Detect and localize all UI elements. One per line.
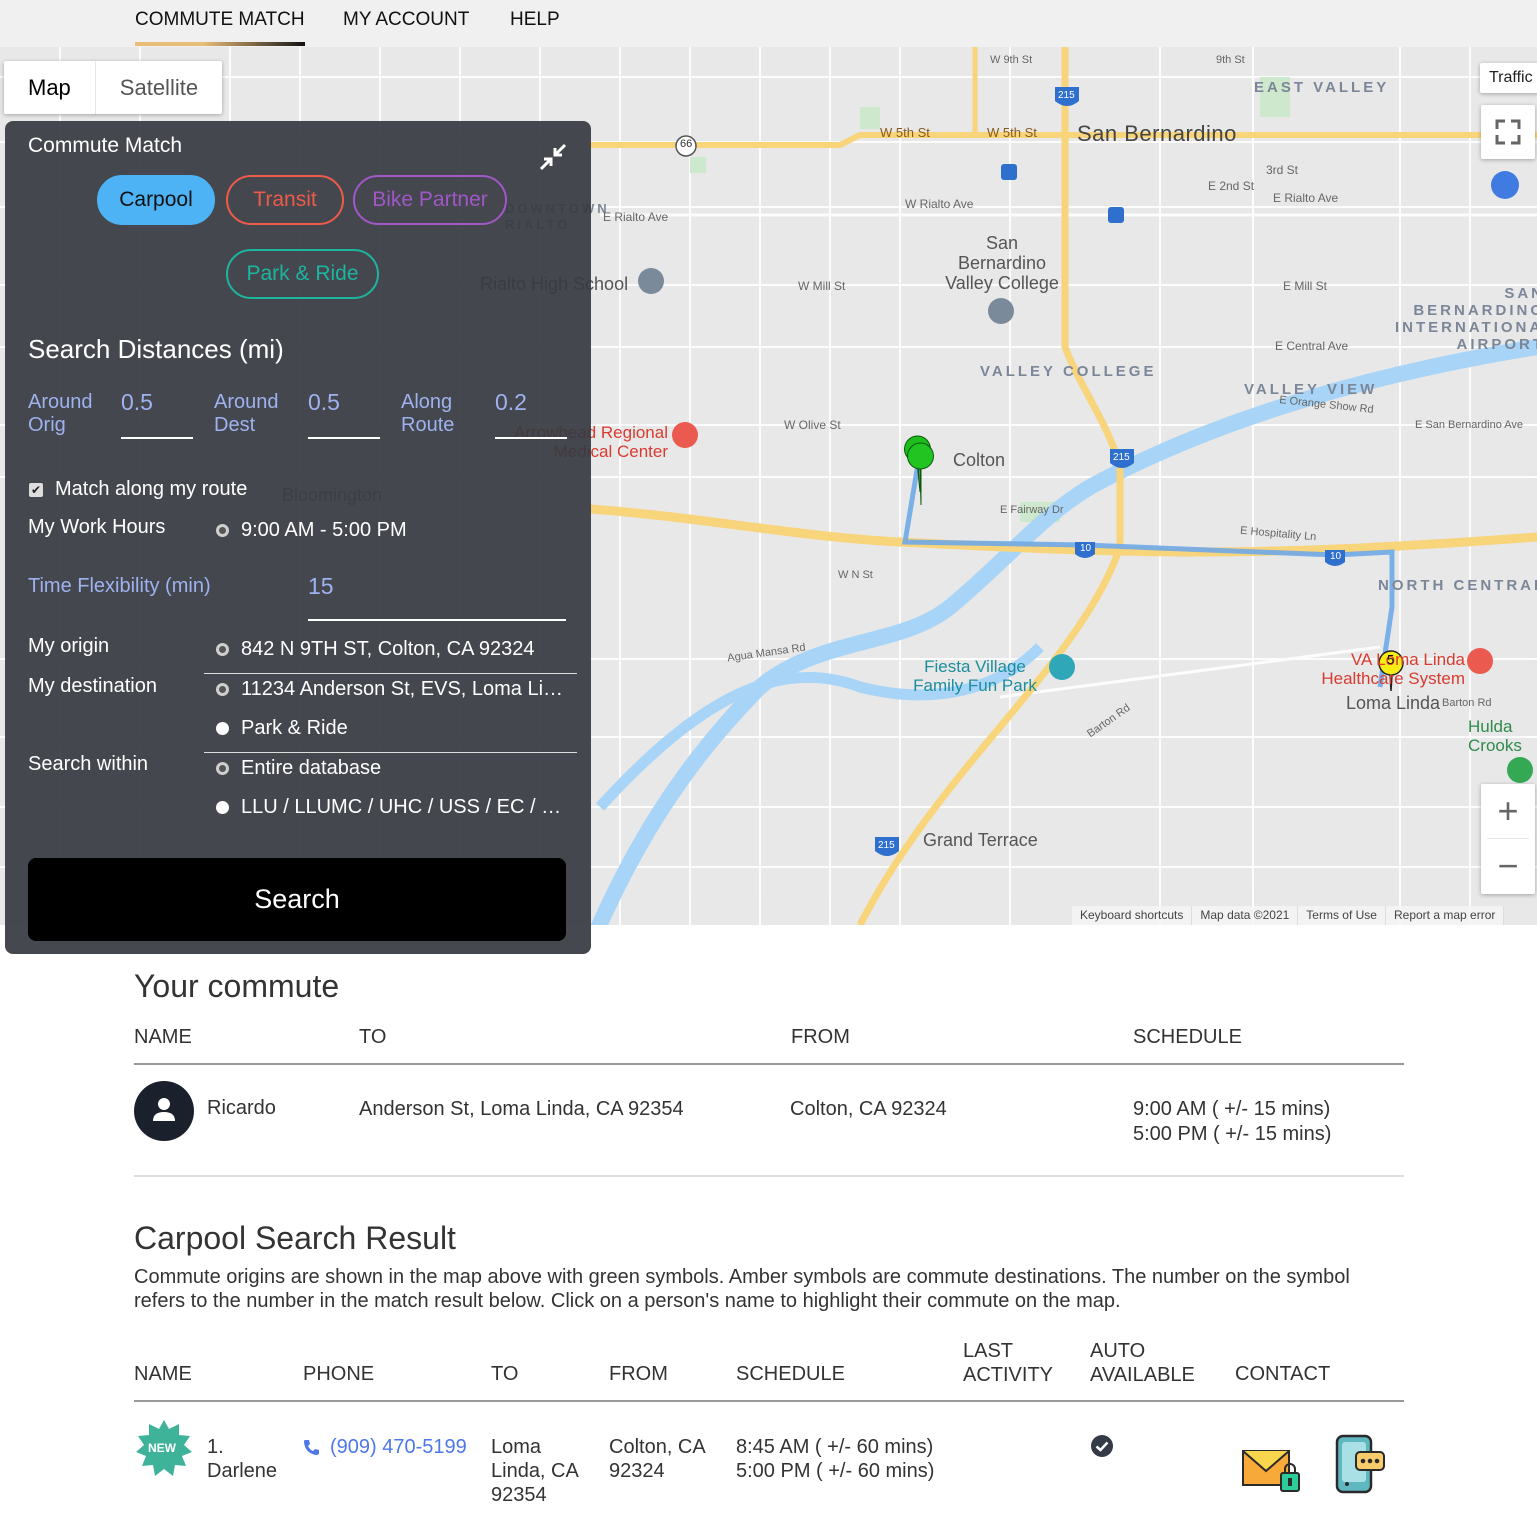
col-header-schedule: SCHEDULE (736, 1363, 845, 1385)
text-message-button[interactable] (1334, 1434, 1386, 1501)
map-label-sb-airport: SAN BERNARDINO INTERNATIONAL AIRPORT (1395, 285, 1537, 353)
zoom-control: + − (1481, 784, 1535, 894)
your-commute-to: Anderson St, Loma Linda, CA 92354 (359, 1098, 684, 1120)
result-from: Colton, CA 92324 (609, 1436, 705, 1482)
header-divider (134, 1063, 1404, 1065)
col-header-auto-available: AUTO AVAILABLE (1090, 1340, 1195, 1386)
your-commute-heading: Your commute (134, 968, 340, 1004)
map-type-map-button[interactable]: Map (4, 61, 96, 114)
col-header-to: TO (491, 1363, 519, 1385)
fullscreen-button[interactable] (1481, 105, 1535, 159)
result-name-link[interactable]: 1. Darlene (207, 1435, 277, 1483)
col-header-from: FROM (791, 1026, 850, 1048)
search-within-label: Search within (28, 753, 149, 775)
origin-label: My origin (28, 635, 110, 657)
result-to: Loma Linda, CA 92354 (491, 1436, 578, 1506)
your-commute-schedule-pm: 5:00 PM ( +/- 15 mins) (1133, 1123, 1332, 1145)
map-label-hulda-crooks: Hulda Crooks (1468, 717, 1522, 755)
your-commute-name: Ricardo (207, 1097, 276, 1119)
check-circle-icon (1091, 1435, 1113, 1457)
col-header-name: NAME (134, 1026, 192, 1048)
col-header-contact: CONTACT (1235, 1363, 1331, 1385)
secure-email-button[interactable] (1241, 1447, 1303, 1502)
auto-available-check (1090, 1434, 1114, 1463)
col-header-to: TO (359, 1026, 387, 1048)
traffic-toggle-button[interactable]: Traffic (1480, 63, 1537, 93)
result-phone: (909) 470-5199 (330, 1436, 467, 1458)
secure-email-icon (1242, 1450, 1300, 1492)
col-header-name: NAME (134, 1363, 192, 1385)
result-phone-link[interactable]: (909) 470-5199 (302, 1435, 467, 1459)
col-header-last-activity: LAST ACTIVITY (963, 1340, 1054, 1386)
search-result-description: Commute origins are shown in the map abo… (134, 1266, 1350, 1312)
avatar (134, 1081, 194, 1141)
col-header-phone: PHONE (303, 1363, 375, 1385)
result-schedule-pm: 5:00 PM ( +/- 60 mins) (736, 1460, 935, 1482)
match-along-route-checkbox[interactable]: ✔ (29, 483, 43, 497)
result-name: Darlene (207, 1460, 278, 1482)
user-icon (153, 1098, 175, 1121)
result-schedule-am: 8:45 AM ( +/- 60 mins) (736, 1436, 934, 1458)
new-badge-label: NEW (148, 1441, 176, 1455)
fullscreen-icon (1495, 119, 1521, 145)
col-header-schedule: SCHEDULE (1133, 1026, 1242, 1048)
around-orig-label: Around Orig (28, 391, 93, 436)
search-result-heading: Carpool Search Result (134, 1220, 456, 1256)
map-label-e-san-bernardino-ave: E San Bernardino Ave (1415, 419, 1524, 431)
row-divider (134, 1175, 1404, 1177)
col-header-from: FROM (609, 1363, 668, 1385)
zoom-in-button[interactable]: + (1481, 784, 1535, 838)
phone-icon (304, 1440, 319, 1455)
zoom-out-button[interactable]: − (1481, 839, 1535, 893)
new-badge: NEW (134, 1418, 194, 1478)
text-message-icon (1335, 1434, 1385, 1494)
your-commute-from: Colton, CA 92324 (790, 1098, 947, 1120)
your-commute-schedule-am: 9:00 AM ( +/- 15 mins) (1133, 1098, 1331, 1120)
header-divider (134, 1400, 1404, 1402)
main-content: Your commute NAME TO FROM SCHEDULE Ricar… (134, 0, 1404, 1520)
map-label-barton-rd-east: Barton Rd (1442, 697, 1492, 709)
result-number: 1. (207, 1436, 224, 1458)
